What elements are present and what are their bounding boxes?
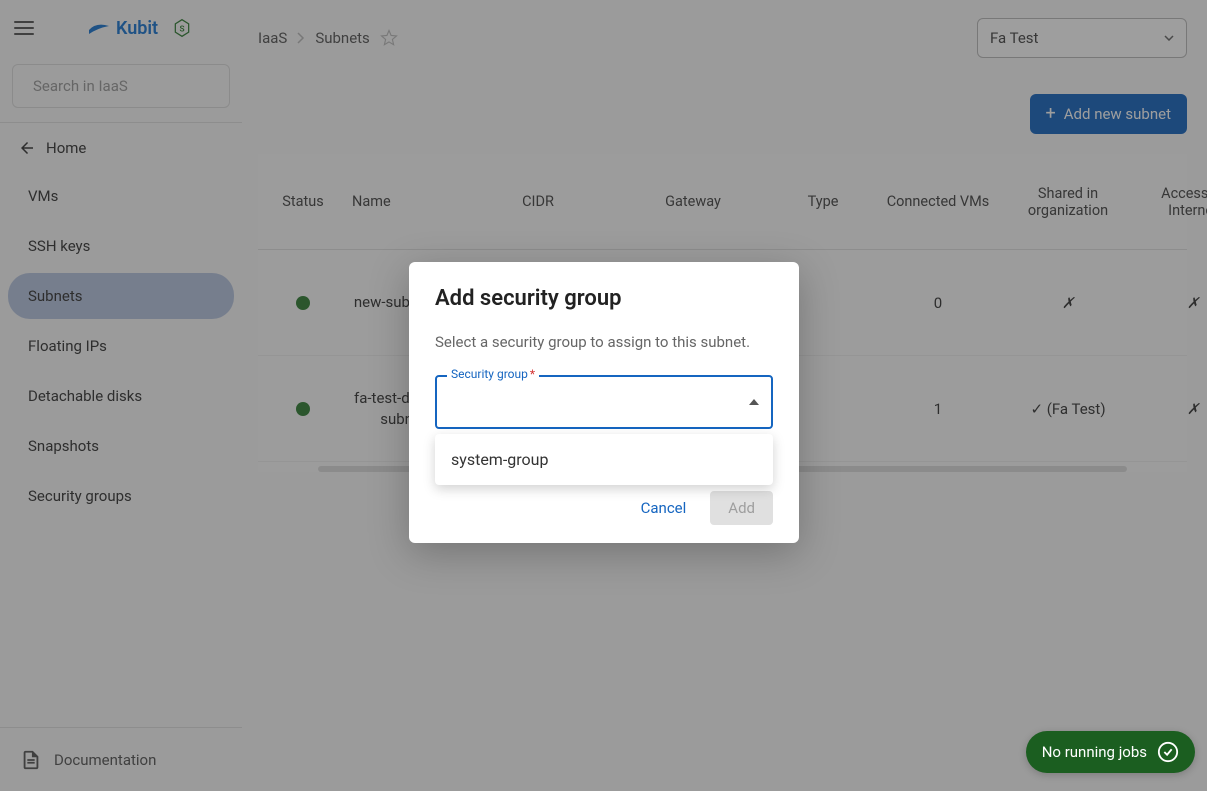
- field-label-text: Security group: [451, 367, 528, 381]
- modal-description: Select a security group to assign to thi…: [435, 333, 773, 351]
- triangle-up-icon: [749, 399, 759, 405]
- dropdown-option[interactable]: system-group: [435, 438, 773, 481]
- check-circle-icon: [1157, 741, 1179, 763]
- security-group-select[interactable]: [435, 375, 773, 429]
- jobs-status-badge[interactable]: No running jobs: [1026, 731, 1195, 773]
- modal-actions: Cancel Add: [435, 491, 773, 525]
- security-group-field: Security group*: [435, 375, 773, 429]
- required-indicator: *: [530, 367, 535, 381]
- security-group-dropdown: system-group: [435, 434, 773, 485]
- jobs-status-label: No running jobs: [1042, 743, 1147, 761]
- modal-title: Add security group: [435, 286, 773, 311]
- add-button: Add: [710, 491, 773, 525]
- cancel-button[interactable]: Cancel: [627, 491, 701, 525]
- field-label: Security group*: [447, 367, 539, 381]
- add-security-group-modal: Add security group Select a security gro…: [409, 262, 799, 543]
